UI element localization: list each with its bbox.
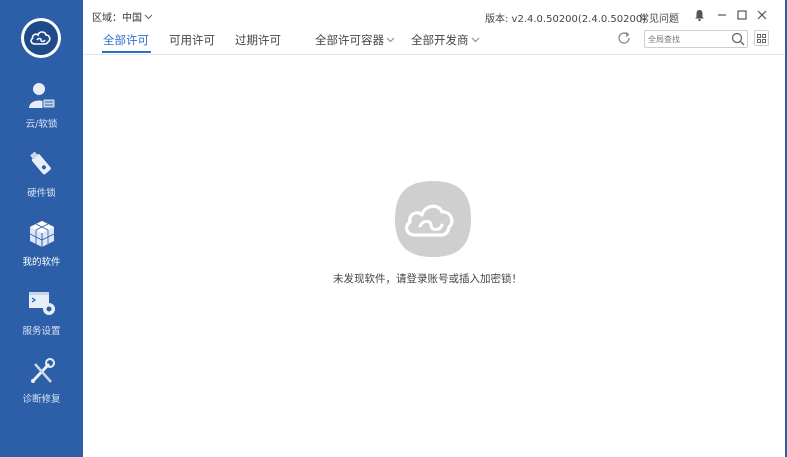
developer-dropdown[interactable]: 全部开发商 xyxy=(411,32,480,48)
search-input[interactable] xyxy=(648,32,730,46)
tab-label: 过期许可 xyxy=(235,33,281,47)
license-container-dropdown[interactable]: 全部许可容器 xyxy=(315,32,395,48)
dropdown-label: 全部许可容器 xyxy=(315,33,384,47)
refresh-icon xyxy=(618,31,630,44)
chevron-down-icon xyxy=(144,14,153,19)
close-icon xyxy=(757,10,767,20)
close-button[interactable] xyxy=(754,7,770,23)
grid-view-icon xyxy=(757,33,766,43)
dropdown-label: 全部开发商 xyxy=(411,33,469,47)
user-cloud-lock-icon xyxy=(28,83,55,109)
sidebar-item-cloud-soft-lock[interactable]: 云/软锁 xyxy=(0,80,83,140)
sidebar-item-label: 硬件锁 xyxy=(27,188,56,199)
sidebar-item-label: 诊断修复 xyxy=(22,394,61,405)
sidebar: 云/软锁 硬件锁 我的软件 服务设置 诊断修复 xyxy=(0,0,83,457)
refresh-button[interactable] xyxy=(616,30,632,46)
region-selector[interactable]: 区域：中国 xyxy=(92,9,153,24)
tab-all-licenses[interactable]: 全部许可 xyxy=(103,32,149,48)
search-icon[interactable] xyxy=(731,32,745,46)
service-settings-icon xyxy=(28,292,55,315)
empty-state-message: 未发现软件，请登录账号或插入加密锁！ xyxy=(333,273,522,285)
minimize-button[interactable] xyxy=(714,7,730,23)
sidebar-item-diagnose-repair[interactable]: 诊断修复 xyxy=(0,355,83,415)
version-label: 版本: v2.4.0.50200(2.4.0.50200) xyxy=(485,14,647,25)
search-field xyxy=(644,30,748,48)
chevron-down-icon xyxy=(386,37,395,43)
sidebar-item-label: 我的软件 xyxy=(22,257,61,268)
sidebar-item-label: 云/软锁 xyxy=(25,119,58,130)
region-label: 区域：中国 xyxy=(92,13,142,24)
sidebar-item-label: 服务设置 xyxy=(22,326,61,337)
usb-dongle-icon xyxy=(29,151,51,175)
header-divider xyxy=(83,54,787,55)
notification-button[interactable] xyxy=(691,7,707,23)
tab-label: 可用许可 xyxy=(169,33,215,47)
minimize-icon xyxy=(718,14,726,16)
faq-link[interactable]: 常见问题 xyxy=(639,10,679,25)
bell-icon xyxy=(694,10,704,21)
tab-available-licenses[interactable]: 可用许可 xyxy=(169,32,215,48)
sidebar-item-service-settings[interactable]: 服务设置 xyxy=(0,287,83,347)
repair-tools-icon xyxy=(30,358,55,384)
chevron-down-icon xyxy=(471,37,479,43)
active-tab-indicator xyxy=(102,51,151,53)
sidebar-item-my-software[interactable]: 我的软件 xyxy=(0,218,83,278)
maximize-icon xyxy=(737,10,747,20)
tab-expired-licenses[interactable]: 过期许可 xyxy=(235,32,281,48)
maximize-button[interactable] xyxy=(734,7,750,23)
view-toggle-button[interactable] xyxy=(754,30,769,46)
tab-label: 全部许可 xyxy=(103,33,149,47)
cloud-logo-icon xyxy=(30,31,51,45)
software-cube-icon xyxy=(29,221,54,247)
app-logo xyxy=(21,18,61,58)
empty-cloud-logo-icon xyxy=(395,181,471,257)
sidebar-item-hardware-lock[interactable]: 硬件锁 xyxy=(0,149,83,209)
